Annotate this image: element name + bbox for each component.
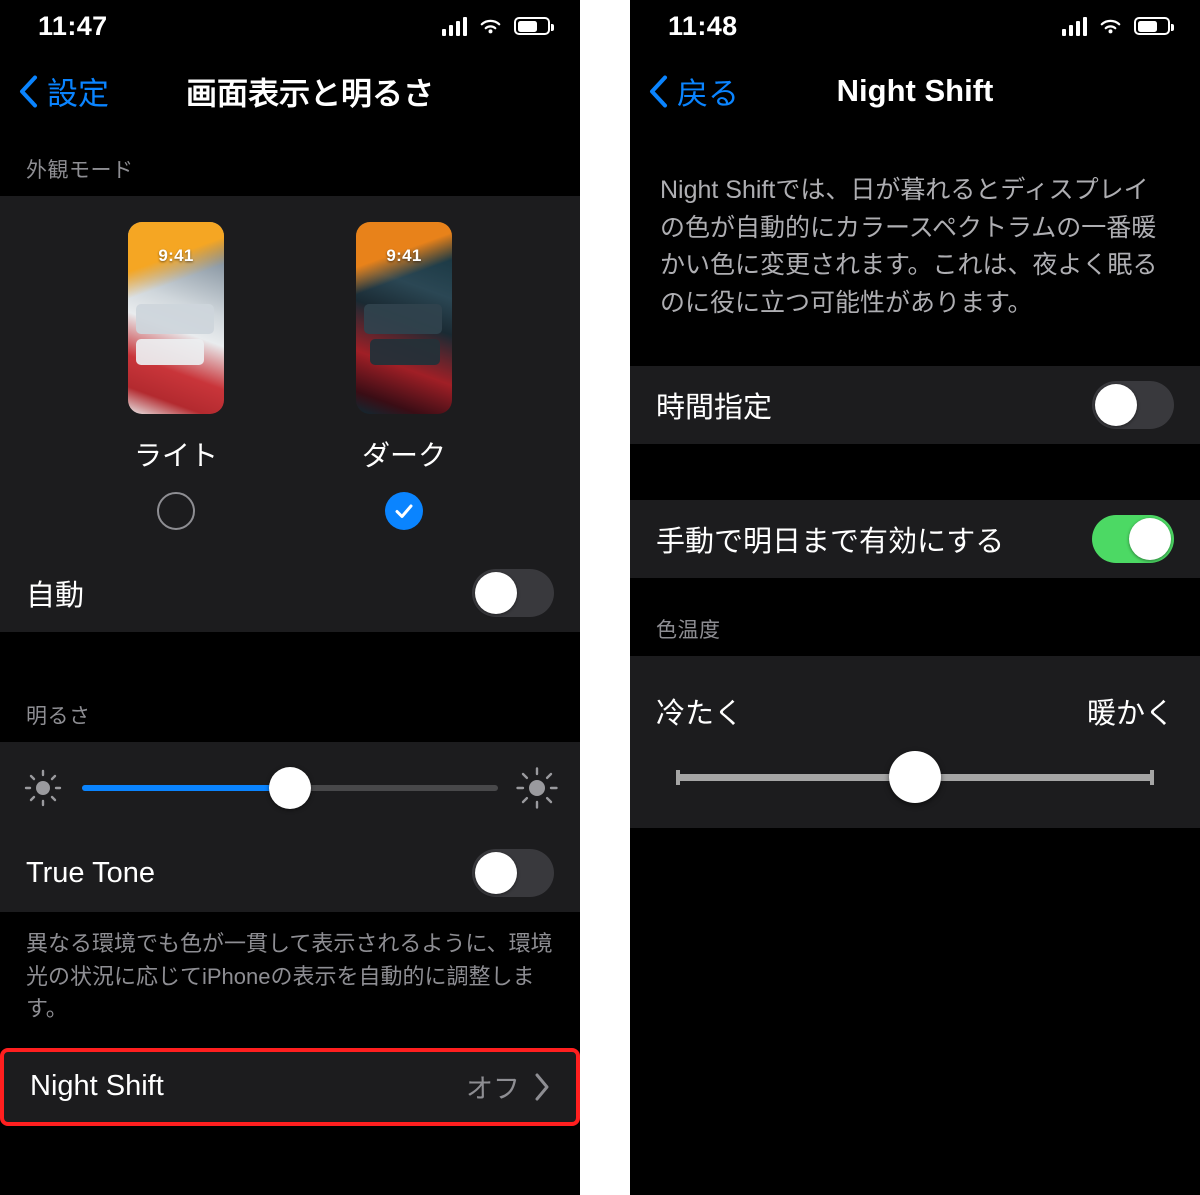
battery-icon: [1134, 17, 1174, 35]
true-tone-toggle[interactable]: [472, 849, 554, 897]
navigation-bar-left: 設定 画面表示と明るさ: [0, 52, 580, 130]
brightness-track[interactable]: [82, 767, 498, 809]
status-time-right: 11:48: [668, 10, 738, 41]
scheduled-label: 時間指定: [656, 392, 773, 424]
section-gap-1: [0, 632, 580, 676]
display-brightness-screen: 11:47 設定 画面表示と明るさ 外観モード 9:41 ライト 9:41 ダー…: [0, 0, 580, 1195]
wifi-icon: [480, 19, 501, 33]
status-icons: [441, 16, 554, 36]
section-gap-2: [630, 444, 1200, 500]
night-shift-value: オフ: [466, 1074, 520, 1105]
battery-icon: [514, 17, 554, 35]
scheduled-row[interactable]: 時間指定: [630, 366, 1200, 444]
night-shift-description: Night Shiftでは、日が暮れるとディスプレイの色が自動的にカラースペクト…: [660, 176, 1158, 317]
chevron-right-icon: [535, 1073, 549, 1101]
manual-label: 手動で明日まで有効にする: [656, 526, 1005, 558]
manual-row[interactable]: 手動で明日まで有効にする: [630, 500, 1200, 578]
true-tone-label: True Tone: [26, 856, 155, 889]
checkmark-icon: [395, 504, 413, 518]
temperature-cool-label: 冷たく: [656, 698, 744, 730]
appearance-section-header: 外観モード: [26, 159, 134, 182]
radio-light[interactable]: [157, 492, 195, 530]
appearance-label-dark: ダーク: [361, 440, 446, 471]
status-icons-right: [1061, 16, 1174, 36]
temperature-section-header: 色温度: [656, 619, 721, 642]
night-shift-row[interactable]: Night Shift オフ: [0, 1047, 580, 1126]
light-mode-preview[interactable]: 9:41: [128, 222, 224, 414]
status-bar-left: 11:47: [0, 0, 580, 52]
status-bar-right: 11:48: [630, 0, 1200, 52]
navigation-bar-right: 戻る Night Shift: [630, 52, 1200, 130]
true-tone-footnote: 異なる環境でも色が一貫して表示されるように、環境光の状況に応じてiPhoneの表…: [26, 931, 553, 1022]
true-tone-group: True Tone: [0, 834, 580, 912]
back-button-label-right: 戻る: [677, 76, 739, 112]
chevron-left-icon: [650, 75, 667, 107]
night-shift-label: Night Shift: [30, 1070, 164, 1103]
brightness-thumb[interactable]: [269, 767, 311, 809]
temperature-group: 冷たく 暖かく: [630, 656, 1200, 828]
auto-appearance-label: 自動: [26, 580, 85, 612]
dark-mode-preview[interactable]: 9:41: [356, 222, 452, 414]
back-button-display[interactable]: 戻る: [648, 69, 739, 114]
appearance-picker: 9:41 ライト 9:41 ダーク: [0, 196, 580, 554]
back-button-label: 設定: [47, 76, 109, 112]
scheduled-group: 時間指定: [630, 366, 1200, 444]
sun-large-icon: [516, 767, 558, 809]
manual-toggle[interactable]: [1092, 515, 1174, 563]
temperature-thumb[interactable]: [889, 751, 941, 803]
appearance-option-light[interactable]: 9:41 ライト: [128, 222, 224, 530]
preview-clock-dark: 9:41: [386, 246, 422, 265]
sun-small-icon: [24, 769, 62, 807]
scheduled-toggle[interactable]: [1092, 381, 1174, 429]
manual-group: 手動で明日まで有効にする: [630, 500, 1200, 578]
night-shift-group: Night Shift オフ: [0, 1047, 580, 1126]
auto-appearance-group: 自動: [0, 554, 580, 632]
screenshot-stage: 11:47 設定 画面表示と明るさ 外観モード 9:41 ライト 9:41 ダー…: [0, 0, 1200, 1195]
auto-appearance-toggle[interactable]: [472, 569, 554, 617]
cellular-signal-icon: [1061, 16, 1087, 36]
brightness-slider-row[interactable]: [0, 742, 580, 834]
auto-appearance-row[interactable]: 自動: [0, 554, 580, 632]
appearance-option-dark[interactable]: 9:41 ダーク: [356, 222, 452, 530]
status-time: 11:47: [38, 10, 108, 41]
temperature-warm-label: 暖かく: [1086, 698, 1174, 730]
appearance-label-light: ライト: [133, 440, 218, 471]
wifi-icon: [1100, 19, 1121, 33]
cellular-signal-icon: [441, 16, 467, 36]
preview-clock-light: 9:41: [158, 246, 194, 265]
night-shift-screen: 11:48 戻る Night Shift Night Shiftでは、日が暮れる…: [630, 0, 1200, 1195]
temperature-slider[interactable]: [630, 732, 1200, 803]
true-tone-row[interactable]: True Tone: [0, 834, 580, 912]
brightness-section-header: 明るさ: [26, 705, 91, 728]
night-shift-value-group: オフ: [466, 1067, 550, 1106]
chevron-left-icon: [20, 75, 37, 107]
back-button-settings[interactable]: 設定: [18, 69, 109, 114]
radio-dark[interactable]: [385, 492, 423, 530]
